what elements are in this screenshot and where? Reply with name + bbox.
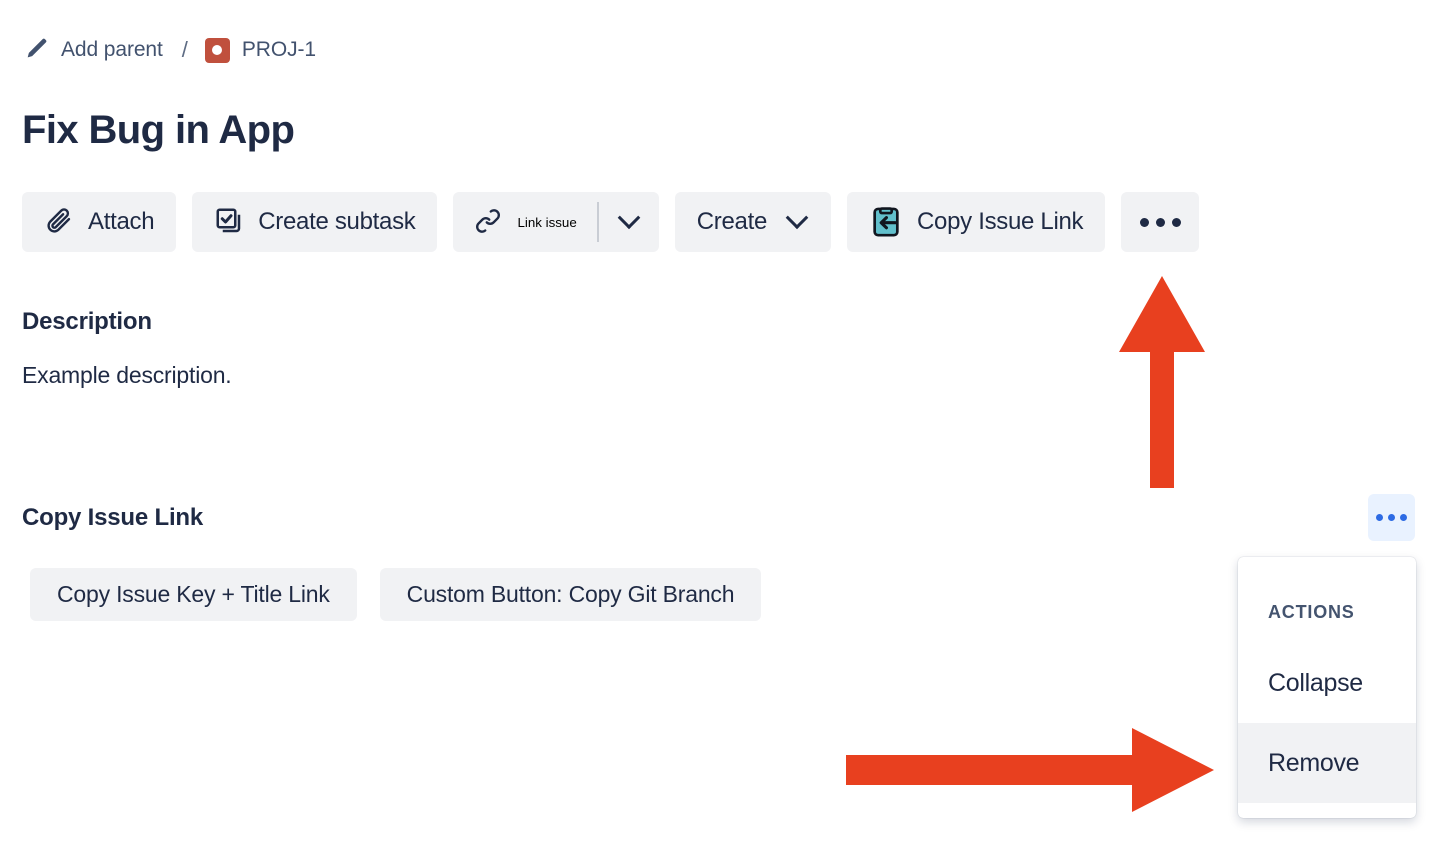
issue-actions-toolbar: Attach Create subtask Link issue Create …	[22, 192, 1200, 252]
subtask-checkbox-icon	[214, 206, 244, 239]
pencil-icon	[24, 35, 50, 66]
copy-issue-link-button[interactable]: Copy Issue Link	[847, 192, 1106, 252]
breadcrumb: Add parent / PROJ-1	[24, 32, 316, 68]
menu-item-remove[interactable]: Remove	[1238, 723, 1416, 803]
page-title: Fix Bug in App	[22, 108, 295, 152]
copy-issue-key-title-link-button[interactable]: Copy Issue Key + Title Link	[30, 568, 357, 621]
create-label: Create	[696, 208, 768, 235]
link-chain-icon	[473, 206, 503, 239]
annotation-arrow-up	[1119, 276, 1205, 488]
ellipsis-dot-icon	[1171, 217, 1181, 227]
add-parent-button[interactable]: Add parent	[24, 35, 163, 66]
ellipsis-dot-icon	[1400, 514, 1407, 521]
ellipsis-dot-icon	[1155, 217, 1165, 227]
breadcrumb-separator: /	[181, 37, 188, 62]
custom-copy-git-branch-button[interactable]: Custom Button: Copy Git Branch	[379, 568, 762, 621]
panel-actions-menu: ACTIONS Collapse Remove	[1238, 557, 1416, 818]
breadcrumb-issue-link[interactable]: PROJ-1	[204, 37, 316, 63]
breadcrumb-issue-key: PROJ-1	[241, 38, 316, 61]
link-issue-label: Link issue	[517, 214, 577, 230]
create-button[interactable]: Create	[674, 192, 831, 252]
copy-issue-link-label: Copy Issue Link	[917, 208, 1084, 235]
menu-group-title: ACTIONS	[1268, 602, 1355, 622]
description-heading: Description	[22, 308, 152, 335]
attach-button[interactable]: Attach	[22, 192, 177, 252]
chevron-down-icon	[785, 206, 809, 230]
copy-issue-link-buttons: Copy Issue Key + Title Link Custom Butto…	[30, 568, 762, 621]
ellipsis-dot-icon	[1388, 514, 1395, 521]
link-issue-dropdown-toggle[interactable]	[599, 192, 659, 252]
create-subtask-button[interactable]: Create subtask	[192, 192, 438, 252]
attach-label: Attach	[88, 208, 155, 235]
ellipsis-dot-icon	[1139, 217, 1149, 227]
issue-detail-page: Add parent / PROJ-1 Fix Bug in App Attac…	[0, 0, 1454, 850]
annotation-arrow-right	[846, 728, 1214, 812]
link-issue-button[interactable]: Link issue	[453, 192, 596, 252]
link-issue-split-button: Link issue	[453, 192, 659, 252]
bug-issue-type-icon	[204, 37, 230, 63]
ellipsis-dot-icon	[1376, 514, 1383, 521]
panel-more-actions-button[interactable]	[1368, 494, 1415, 541]
copy-issue-link-heading: Copy Issue Link	[22, 504, 204, 531]
chevron-down-icon	[617, 206, 641, 230]
menu-item-collapse[interactable]: Collapse	[1238, 643, 1416, 723]
create-subtask-label: Create subtask	[258, 208, 416, 235]
paperclip-icon	[44, 206, 74, 239]
clipboard-copy-icon	[869, 204, 903, 241]
more-actions-button[interactable]	[1121, 192, 1200, 252]
add-parent-label: Add parent	[61, 38, 163, 61]
description-body: Example description.	[22, 362, 232, 388]
